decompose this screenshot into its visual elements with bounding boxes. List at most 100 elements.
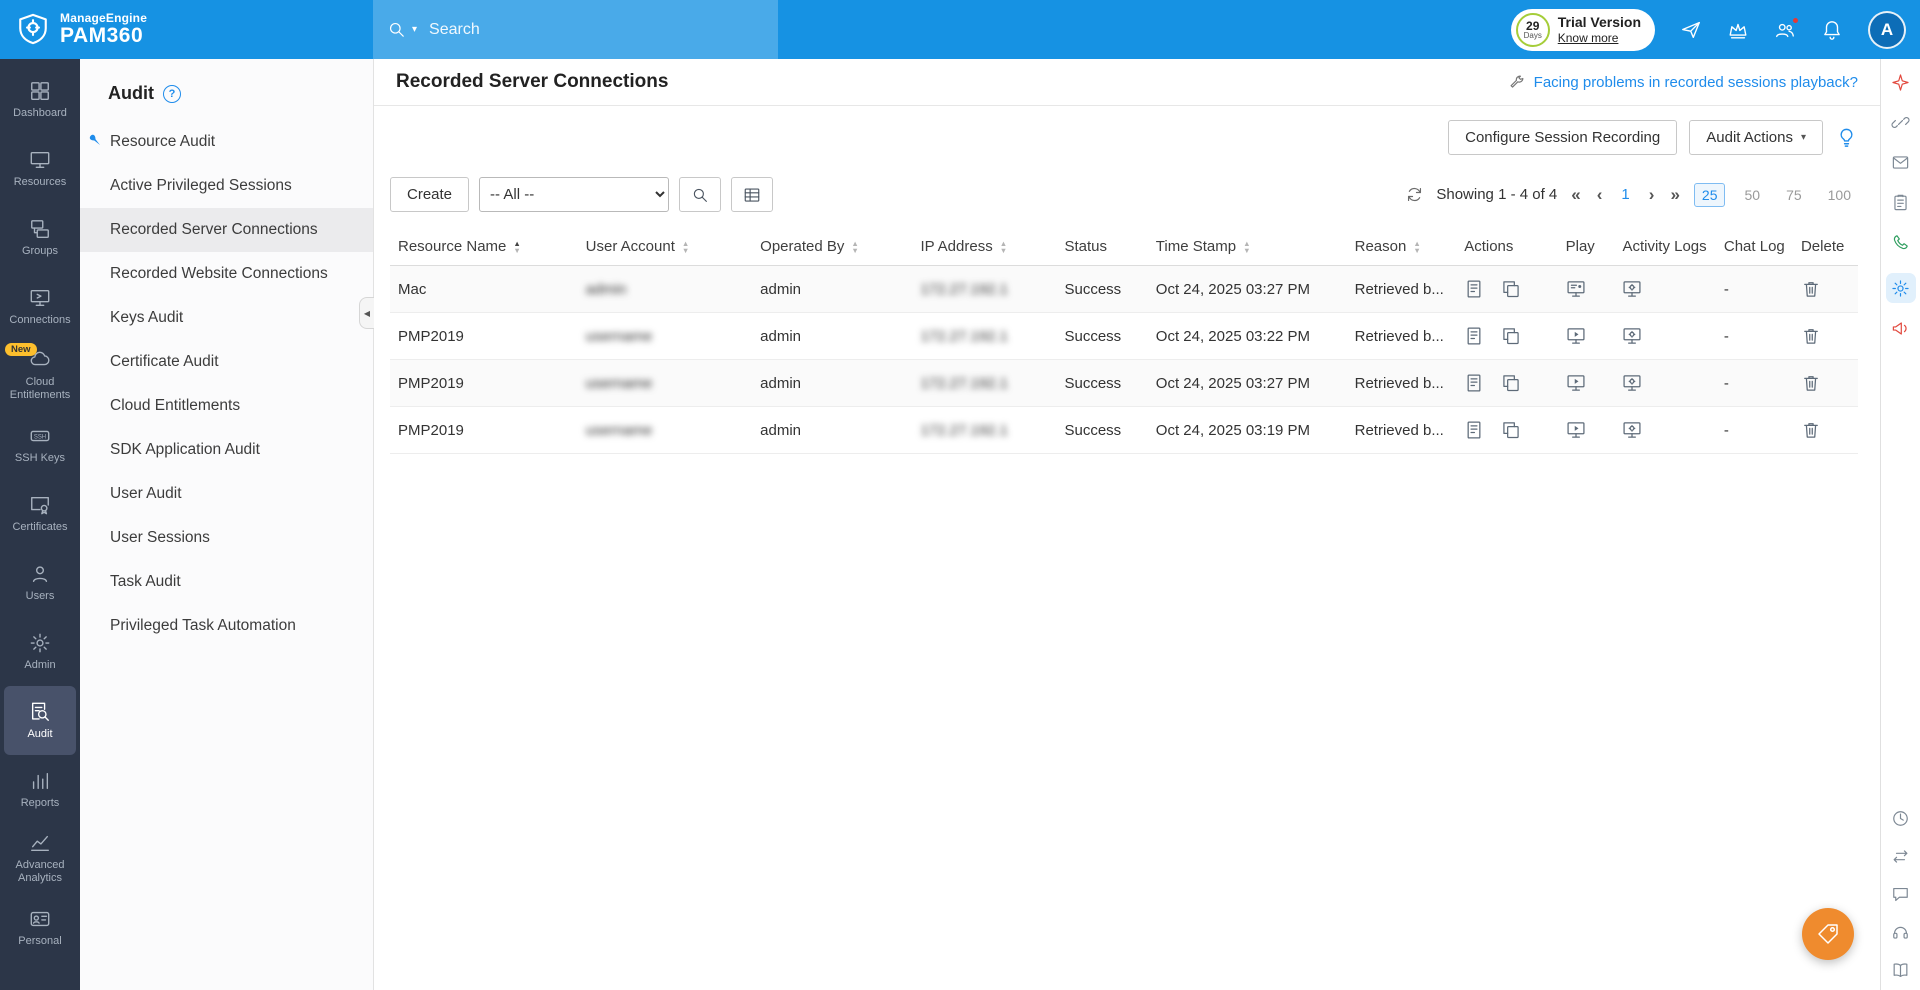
nav-item-cloud-entitlements[interactable]: New Cloud Entitlements — [0, 341, 80, 410]
sort-icon[interactable] — [851, 240, 858, 254]
sort-icon[interactable] — [1000, 240, 1007, 254]
sidebar-item-keys-audit[interactable]: Keys Audit — [80, 296, 373, 340]
search-icon[interactable] — [387, 20, 406, 39]
column-header-user-account[interactable]: User Account — [578, 228, 752, 266]
play-session-icon[interactable] — [1566, 326, 1586, 346]
activity-logs-icon[interactable] — [1622, 279, 1642, 299]
table-row[interactable]: Mac admin admin 172.27.192.1 Success Oct… — [390, 266, 1858, 313]
delete-icon[interactable] — [1801, 279, 1821, 299]
settings-gear-icon[interactable] — [1886, 273, 1916, 303]
page-size-75[interactable]: 75 — [1779, 184, 1809, 206]
sidebar-item-resource-audit[interactable]: Resource Audit — [80, 120, 373, 164]
play-session-icon[interactable] — [1566, 420, 1586, 440]
session-details-icon[interactable] — [1464, 326, 1484, 346]
trial-badge[interactable]: 29 Days Trial Version Know more — [1511, 9, 1655, 51]
nav-item-certificates[interactable]: Certificates — [0, 479, 80, 548]
nav-item-personal[interactable]: Personal — [0, 893, 80, 962]
activity-logs-icon[interactable] — [1622, 420, 1642, 440]
avatar[interactable]: A — [1868, 11, 1906, 49]
page-size-50[interactable]: 50 — [1737, 184, 1767, 206]
create-button[interactable]: Create — [390, 177, 469, 212]
previous-page-button[interactable] — [1595, 185, 1605, 205]
phone-icon[interactable] — [1891, 233, 1910, 252]
search-scope-chevron-icon[interactable] — [412, 24, 417, 35]
nav-item-resources[interactable]: Resources — [0, 134, 80, 203]
sort-icon[interactable] — [513, 240, 520, 254]
trial-know-more-link[interactable]: Know more — [1558, 31, 1641, 45]
column-header-operated-by[interactable]: Operated By — [752, 228, 912, 266]
column-header-reason[interactable]: Reason — [1347, 228, 1457, 266]
copy-session-icon[interactable] — [1501, 420, 1521, 440]
activity-logs-icon[interactable] — [1622, 373, 1642, 393]
sidebar-item-cloud-entitlements[interactable]: Cloud Entitlements — [80, 384, 373, 428]
session-details-icon[interactable] — [1464, 420, 1484, 440]
nav-item-advanced-analytics[interactable]: Advanced Analytics — [0, 824, 80, 893]
shortcuts-arrows-icon[interactable] — [1891, 847, 1910, 866]
session-shadow-play-icon[interactable] — [1566, 279, 1586, 299]
last-page-button[interactable] — [1668, 185, 1681, 205]
session-details-icon[interactable] — [1464, 279, 1484, 299]
brand-logo[interactable]: ManageEngine PAM360 — [0, 12, 147, 47]
refresh-icon[interactable] — [1405, 185, 1424, 204]
mail-icon[interactable] — [1891, 153, 1910, 172]
history-clock-icon[interactable] — [1891, 809, 1910, 828]
active-users-icon[interactable] — [1774, 19, 1796, 41]
current-page[interactable]: 1 — [1616, 186, 1634, 203]
tasks-clipboard-icon[interactable] — [1891, 193, 1910, 212]
nav-item-groups[interactable]: Groups — [0, 203, 80, 272]
notifications-bell-icon[interactable] — [1821, 19, 1843, 41]
sidebar-collapse-handle[interactable] — [359, 297, 374, 329]
activity-logs-icon[interactable] — [1622, 326, 1642, 346]
configure-session-recording-button[interactable]: Configure Session Recording — [1448, 120, 1677, 155]
nav-item-audit[interactable]: Audit — [4, 686, 76, 755]
sidebar-item-user-sessions[interactable]: User Sessions — [80, 516, 373, 560]
delete-icon[interactable] — [1801, 326, 1821, 346]
column-header-resource-name[interactable]: Resource Name — [390, 228, 578, 266]
table-row[interactable]: PMP2019 username admin 172.27.192.1 Succ… — [390, 407, 1858, 454]
link-icon[interactable] — [1891, 113, 1910, 132]
sidebar-item-sdk-application-audit[interactable]: SDK Application Audit — [80, 428, 373, 472]
sidebar-item-certificate-audit[interactable]: Certificate Audit — [80, 340, 373, 384]
lightbulb-icon[interactable] — [1835, 126, 1858, 149]
whats-new-icon[interactable] — [1680, 19, 1702, 41]
page-size-100[interactable]: 100 — [1821, 184, 1858, 206]
nav-item-connections[interactable]: Connections — [0, 272, 80, 341]
table-row[interactable]: PMP2019 username admin 172.27.192.1 Succ… — [390, 360, 1858, 407]
chat-icon[interactable] — [1891, 885, 1910, 904]
next-page-button[interactable] — [1647, 185, 1657, 205]
support-headset-icon[interactable] — [1891, 923, 1910, 942]
search-input[interactable] — [429, 21, 764, 39]
delete-icon[interactable] — [1801, 420, 1821, 440]
nav-item-users[interactable]: Users — [0, 548, 80, 617]
audit-actions-button[interactable]: Audit Actions — [1689, 120, 1823, 155]
sidebar-item-privileged-task-automation[interactable]: Privileged Task Automation — [80, 604, 373, 648]
sidebar-item-recorded-website-connections[interactable]: Recorded Website Connections — [80, 252, 373, 296]
delete-icon[interactable] — [1801, 373, 1821, 393]
sidebar-item-user-audit[interactable]: User Audit — [80, 472, 373, 516]
sidebar-item-recorded-server-connections[interactable]: Recorded Server Connections — [80, 208, 373, 252]
session-details-icon[interactable] — [1464, 373, 1484, 393]
table-row[interactable]: PMP2019 username admin 172.27.192.1 Succ… — [390, 313, 1858, 360]
copy-session-icon[interactable] — [1501, 326, 1521, 346]
smart-assist-spark-icon[interactable] — [1891, 73, 1910, 92]
playback-help-link[interactable]: Facing problems in recorded sessions pla… — [1507, 73, 1858, 92]
filter-dropdown[interactable]: -- All -- — [479, 177, 669, 212]
nav-item-reports[interactable]: Reports — [0, 755, 80, 824]
nav-item-ssh-keys[interactable]: SSH SSH Keys — [0, 410, 80, 479]
sidebar-item-active-privileged-sessions[interactable]: Active Privileged Sessions — [80, 164, 373, 208]
help-book-icon[interactable] — [1891, 961, 1910, 980]
sort-icon[interactable] — [682, 240, 689, 254]
page-size-25[interactable]: 25 — [1694, 183, 1726, 207]
search-filter-button[interactable] — [679, 177, 721, 212]
copy-session-icon[interactable] — [1501, 373, 1521, 393]
play-session-icon[interactable] — [1566, 373, 1586, 393]
feedback-fab-button[interactable] — [1802, 908, 1854, 960]
copy-session-icon[interactable] — [1501, 279, 1521, 299]
nav-item-dashboard[interactable]: Dashboard — [0, 65, 80, 134]
column-header-ip-address[interactable]: IP Address — [912, 228, 1056, 266]
sort-icon[interactable] — [1413, 240, 1420, 254]
license-crown-icon[interactable] — [1727, 19, 1749, 41]
help-icon[interactable] — [163, 85, 181, 103]
first-page-button[interactable] — [1569, 185, 1582, 205]
announcement-icon[interactable] — [1891, 319, 1910, 338]
